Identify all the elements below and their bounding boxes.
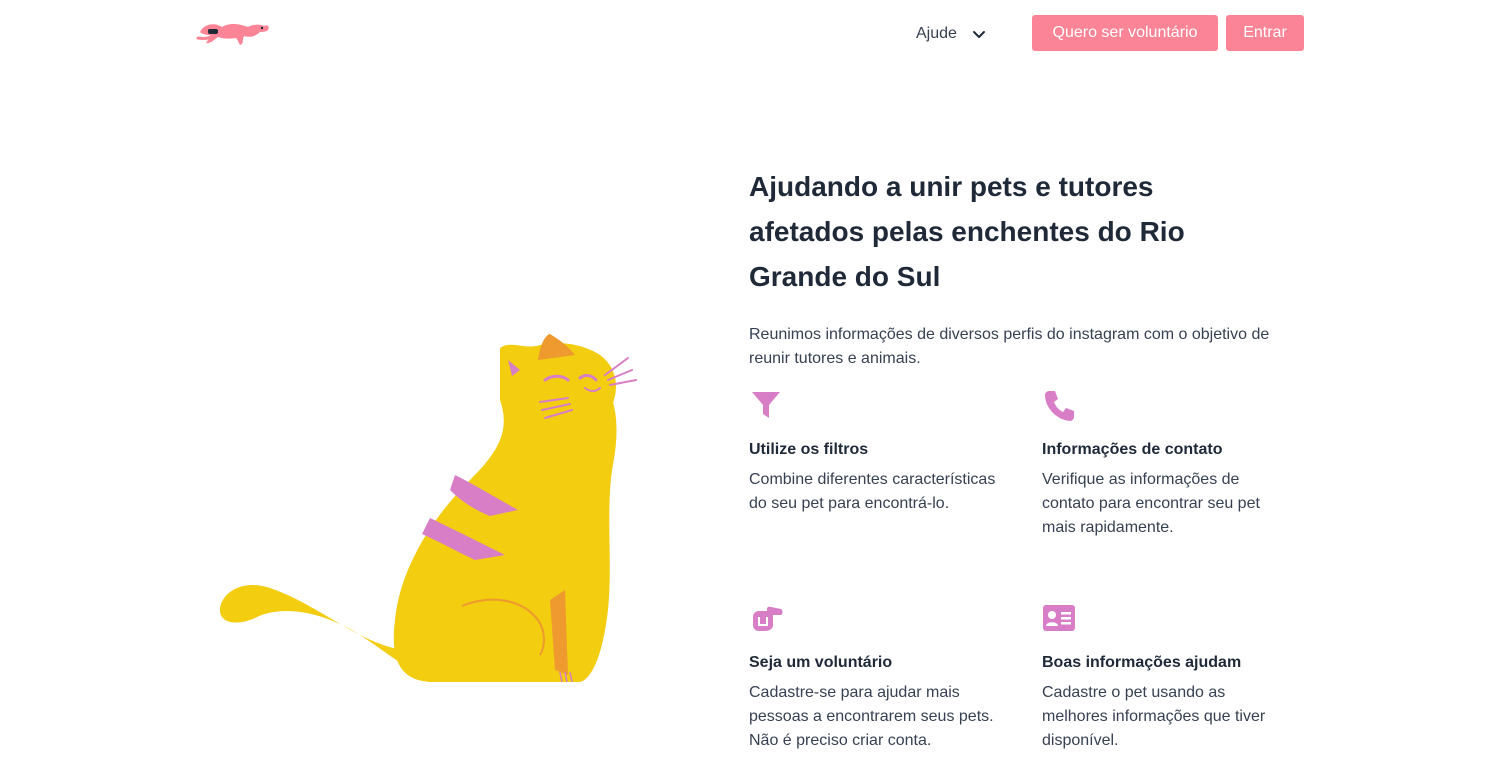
help-dropdown[interactable]: Ajude <box>916 22 987 46</box>
feature-volunteer: Seja um voluntário Cadastre-se para ajud… <box>749 601 1009 753</box>
yellow-cat-illustration <box>200 320 660 690</box>
top-navbar: Ajude Quero ser voluntário Entrar <box>0 0 1499 66</box>
help-label: Ajude <box>916 25 957 42</box>
id-card-icon <box>1043 605 1075 631</box>
feature-description: Cadastre o pet usando as melhores inform… <box>1042 684 1266 749</box>
feature-contact: Informações de contato Verifique as info… <box>1042 388 1302 540</box>
logo-link[interactable] <box>196 18 274 48</box>
feature-title: Boas informações ajudam <box>1042 654 1242 671</box>
cat-illustration-svg <box>220 334 637 683</box>
feature-good-info: Boas informações ajudam Cadastre o pet u… <box>1042 601 1302 753</box>
feature-description: Combine diferentes características do se… <box>749 471 996 512</box>
filter-icon <box>752 392 780 418</box>
hand-pointing-icon <box>753 606 783 631</box>
features-grid: Utilize os filtros Combine diferentes ca… <box>749 388 1309 768</box>
chevron-down-icon <box>972 31 985 38</box>
feature-description: Verifique as informações de contato para… <box>1042 471 1260 536</box>
feature-description: Cadastre-se para ajudar mais pessoas a e… <box>749 684 994 749</box>
hero-subtitle: Reunimos informações de diversos perfis … <box>749 326 1270 367</box>
volunteer-button[interactable]: Quero ser voluntário <box>1032 15 1218 51</box>
feature-filters: Utilize os filtros Combine diferentes ca… <box>749 388 1009 516</box>
page-title: Ajudando a unir pets e tutores afetados … <box>749 171 1185 292</box>
hero-section: Ajudando a unir pets e tutores afetados … <box>749 164 1309 371</box>
feature-title: Seja um voluntário <box>749 654 893 671</box>
login-button[interactable]: Entrar <box>1226 15 1304 51</box>
feature-title: Informações de contato <box>1042 441 1223 458</box>
phone-icon <box>1045 391 1074 421</box>
running-dog-logo-icon <box>196 23 269 45</box>
feature-title: Utilize os filtros <box>749 441 869 458</box>
